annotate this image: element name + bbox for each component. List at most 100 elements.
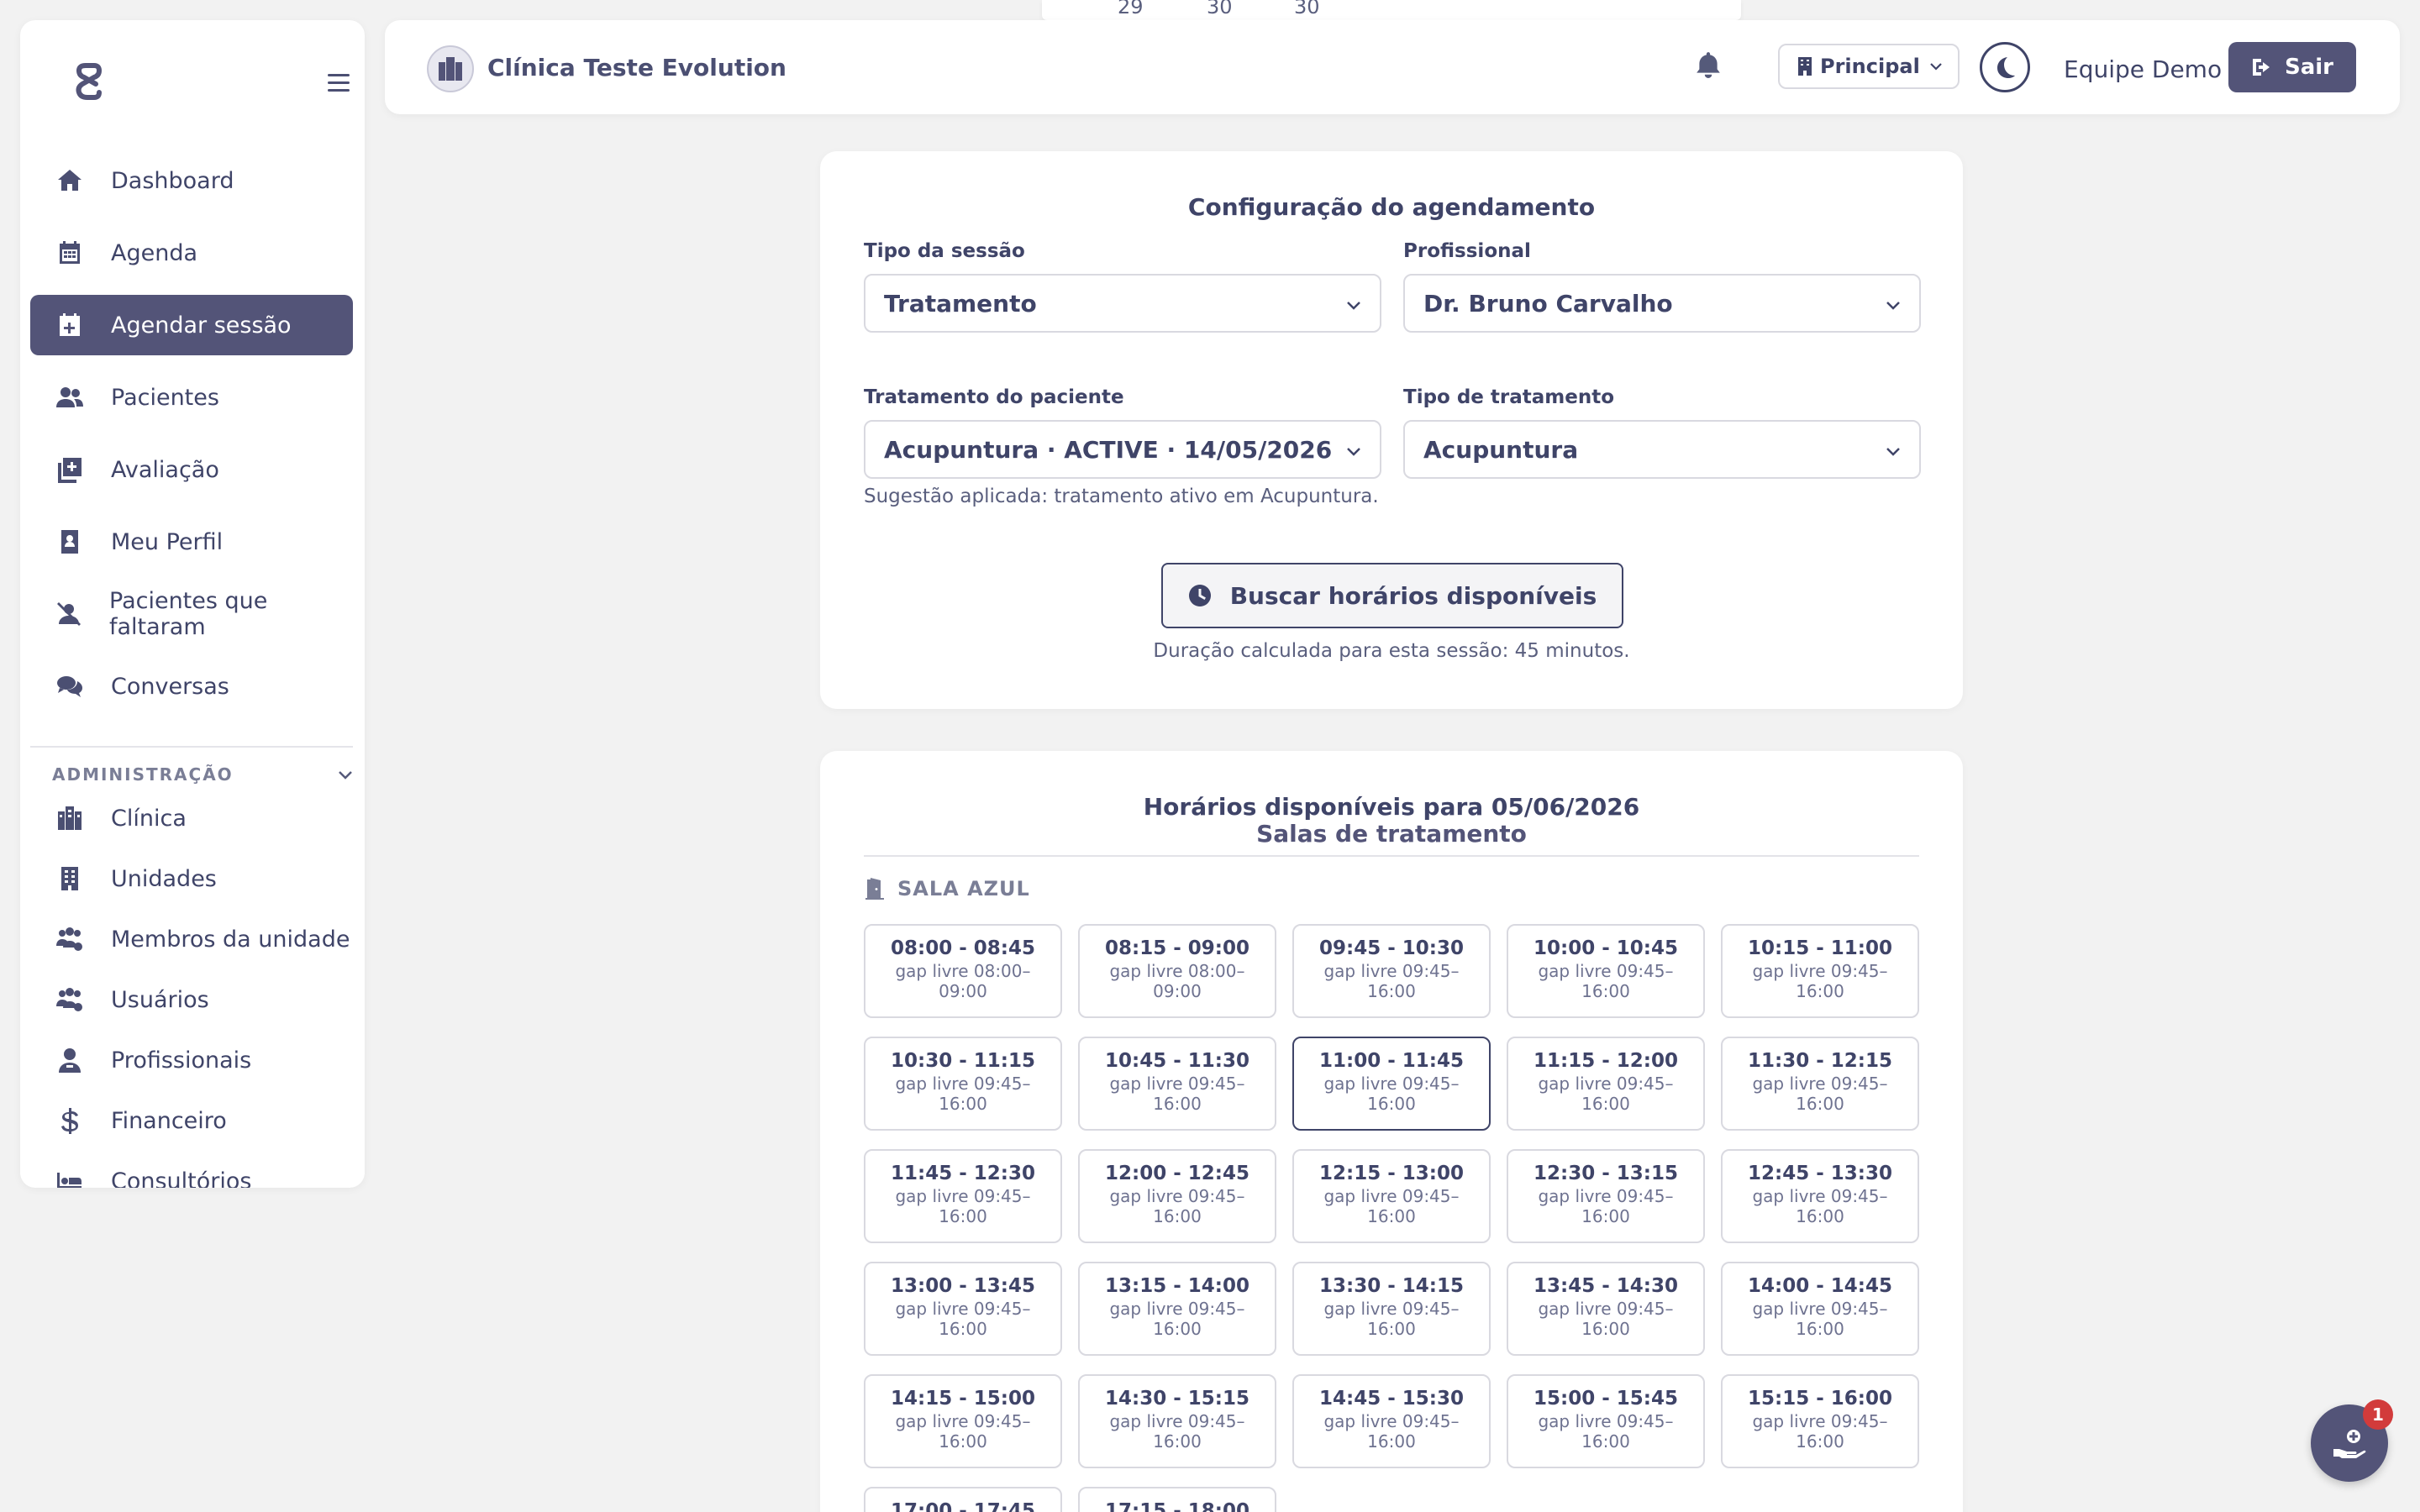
admin-section-toggle[interactable]: ADMINISTRAÇÃO [52, 764, 355, 785]
slot-time: 10:45 - 11:30 [1105, 1050, 1249, 1072]
time-slot[interactable]: 10:30 - 11:15 gap livre 09:45–16:00 [864, 1037, 1062, 1131]
time-slot[interactable]: 14:45 - 15:30 gap livre 09:45–16:00 [1292, 1374, 1491, 1468]
home-icon [55, 166, 84, 195]
slot-gap: gap livre 09:45–16:00 [1538, 1299, 1674, 1339]
time-slot[interactable]: 12:30 - 13:15 gap livre 09:45–16:00 [1507, 1149, 1705, 1243]
time-slot[interactable]: 10:00 - 10:45 gap livre 09:45–16:00 [1507, 924, 1705, 1018]
session-type-value: Tratamento [884, 289, 1037, 318]
slot-gap: gap livre 09:45–16:00 [1323, 1186, 1460, 1226]
slot-gap: gap livre 09:45–16:00 [895, 1074, 1031, 1114]
sidebar-item-pacientes[interactable]: Pacientes [30, 367, 353, 428]
admin-section-heading: ADMINISTRAÇÃO [52, 764, 234, 785]
sidebar-item-dashboard[interactable]: Dashboard [30, 150, 353, 211]
sidebar-item-label: Financeiro [111, 1107, 227, 1134]
time-slot[interactable]: 13:30 - 14:15 gap livre 09:45–16:00 [1292, 1262, 1491, 1356]
time-slot[interactable]: 11:00 - 11:45 gap livre 09:45–16:00 [1292, 1037, 1491, 1131]
slot-time: 11:15 - 12:00 [1534, 1050, 1678, 1072]
sidebar-item-profissionais[interactable]: Profissionais [30, 1035, 353, 1085]
time-slot[interactable]: 12:00 - 12:45 gap livre 09:45–16:00 [1078, 1149, 1276, 1243]
time-slot[interactable]: 13:45 - 14:30 gap livre 09:45–16:00 [1507, 1262, 1705, 1356]
slot-time: 11:00 - 11:45 [1319, 1050, 1464, 1072]
slot-time: 12:30 - 13:15 [1534, 1163, 1678, 1184]
slot-time: 15:00 - 15:45 [1534, 1388, 1678, 1410]
time-slot[interactable]: 17:00 - 17:45 [864, 1487, 1062, 1512]
section-divider [864, 855, 1919, 857]
slot-gap: gap livre 09:45–16:00 [1538, 1186, 1674, 1226]
sidebar-item-avaliacao[interactable]: Avaliação [30, 439, 353, 500]
time-slot[interactable]: 11:15 - 12:00 gap livre 09:45–16:00 [1507, 1037, 1705, 1131]
calendar-icon [55, 239, 84, 267]
time-slot[interactable]: 14:15 - 15:00 gap livre 09:45–16:00 [864, 1374, 1062, 1468]
sidebar: Dashboard Agenda Agendar sessão Paciente… [20, 20, 365, 1188]
chevron-down-icon [339, 771, 352, 780]
professional-select[interactable]: Dr. Bruno Carvalho [1403, 274, 1921, 333]
sidebar-item-financeiro[interactable]: Financeiro [30, 1095, 353, 1146]
users-gear-icon [55, 925, 84, 953]
sidebar-item-usuarios[interactable]: Usuários [30, 974, 353, 1025]
id-badge-icon [55, 528, 84, 556]
time-slot[interactable]: 12:45 - 13:30 gap livre 09:45–16:00 [1721, 1149, 1919, 1243]
slot-gap: gap livre 09:45–16:00 [1323, 961, 1460, 1001]
sidebar-item-agenda[interactable]: Agenda [30, 223, 353, 283]
time-slot[interactable]: 13:00 - 13:45 gap livre 09:45–16:00 [864, 1262, 1062, 1356]
sidebar-item-label: Pacientes [111, 384, 219, 411]
session-type-label: Tipo da sessão [864, 240, 1025, 262]
time-slot[interactable]: 10:15 - 11:00 gap livre 09:45–16:00 [1721, 924, 1919, 1018]
notifications-bell-icon[interactable] [1694, 50, 1728, 84]
patient-treatment-select[interactable]: Acupuntura · ACTIVE · 14/05/2026 [864, 420, 1381, 479]
time-slot[interactable]: 14:00 - 14:45 gap livre 09:45–16:00 [1721, 1262, 1919, 1356]
time-slot[interactable]: 12:15 - 13:00 gap livre 09:45–16:00 [1292, 1149, 1491, 1243]
slot-gap: gap livre 09:45–16:00 [1752, 961, 1888, 1001]
unit-selector[interactable]: Principal [1778, 44, 1960, 89]
clinic-name: Clínica Teste Evolution [487, 54, 786, 81]
slot-gap: gap livre 09:45–16:00 [1323, 1411, 1460, 1452]
sidebar-item-conversas[interactable]: Conversas [30, 656, 353, 717]
unit-selector-value: Principal [1820, 55, 1920, 78]
slot-gap: gap livre 09:45–16:00 [1109, 1411, 1245, 1452]
sidebar-item-membros-da-unidade[interactable]: Membros da unidade [30, 914, 353, 964]
sidebar-item-agendar-sessao[interactable]: Agendar sessão [30, 295, 353, 355]
logout-button[interactable]: Sair [2228, 42, 2356, 92]
sidebar-item-consultorios[interactable]: Consultórios [30, 1156, 353, 1188]
user-doctor-icon [55, 1046, 84, 1074]
time-slot[interactable]: 08:15 - 09:00 gap livre 08:00–09:00 [1078, 924, 1276, 1018]
time-slot[interactable]: 15:00 - 15:45 gap livre 09:45–16:00 [1507, 1374, 1705, 1468]
sidebar-item-meu-perfil[interactable]: Meu Perfil [30, 512, 353, 572]
theme-toggle-button[interactable] [1980, 42, 2030, 92]
slot-time: 13:00 - 13:45 [891, 1275, 1035, 1297]
sidebar-item-unidades[interactable]: Unidades [30, 853, 353, 904]
search-button-label: Buscar horários disponíveis [1229, 581, 1597, 610]
time-slot[interactable]: 14:30 - 15:15 gap livre 09:45–16:00 [1078, 1374, 1276, 1468]
session-type-select[interactable]: Tratamento [864, 274, 1381, 333]
clock-icon [1188, 585, 1211, 606]
time-slot[interactable]: 15:15 - 16:00 gap livre 09:45–16:00 [1721, 1374, 1919, 1468]
sidebar-item-clinica[interactable]: Clínica [30, 793, 353, 843]
sidebar-item-pacientes-que-faltaram[interactable]: Pacientes que faltaram [30, 584, 353, 644]
calendar-popup-peek: 29 30 30 [1042, 0, 1741, 20]
time-slot[interactable]: 10:45 - 11:30 gap livre 09:45–16:00 [1078, 1037, 1276, 1131]
time-slot[interactable]: 13:15 - 14:00 gap livre 09:45–16:00 [1078, 1262, 1276, 1356]
moon-icon [1997, 57, 2015, 78]
time-slot[interactable]: 17:15 - 18:00 [1078, 1487, 1276, 1512]
chevron-down-icon [1886, 302, 1900, 310]
sidebar-item-label: Usuários [111, 986, 209, 1013]
duration-hint: Duração calculada para esta sessão: 45 m… [1153, 640, 1630, 662]
time-slot[interactable]: 11:30 - 12:15 gap livre 09:45–16:00 [1721, 1037, 1919, 1131]
search-available-slots-button[interactable]: Buscar horários disponíveis [1161, 563, 1623, 628]
room-name: SALA AZUL [897, 877, 1030, 900]
top-header: Clínica Teste Evolution Principal Equipe… [385, 20, 2400, 114]
sidebar-item-label: Dashboard [111, 167, 234, 194]
time-slot[interactable]: 08:00 - 08:45 gap livre 08:00–09:00 [864, 924, 1062, 1018]
slot-gap: gap livre 09:45–16:00 [1538, 961, 1674, 1001]
slot-gap: gap livre 08:00–09:00 [1109, 961, 1245, 1001]
patient-treatment-value: Acupuntura · ACTIVE · 14/05/2026 [884, 435, 1333, 464]
sidebar-item-label: Agendar sessão [111, 312, 292, 339]
chevron-down-icon [1886, 448, 1900, 456]
chevron-down-icon [1347, 448, 1360, 456]
available-slots-card: Horários disponíveis para 05/06/2026 Sal… [820, 751, 1963, 1512]
slot-time: 17:15 - 18:00 [1105, 1500, 1249, 1512]
time-slot[interactable]: 11:45 - 12:30 gap livre 09:45–16:00 [864, 1149, 1062, 1243]
menu-toggle-icon[interactable] [328, 74, 350, 92]
time-slot[interactable]: 09:45 - 10:30 gap livre 09:45–16:00 [1292, 924, 1491, 1018]
treatment-type-select[interactable]: Acupuntura [1403, 420, 1921, 479]
